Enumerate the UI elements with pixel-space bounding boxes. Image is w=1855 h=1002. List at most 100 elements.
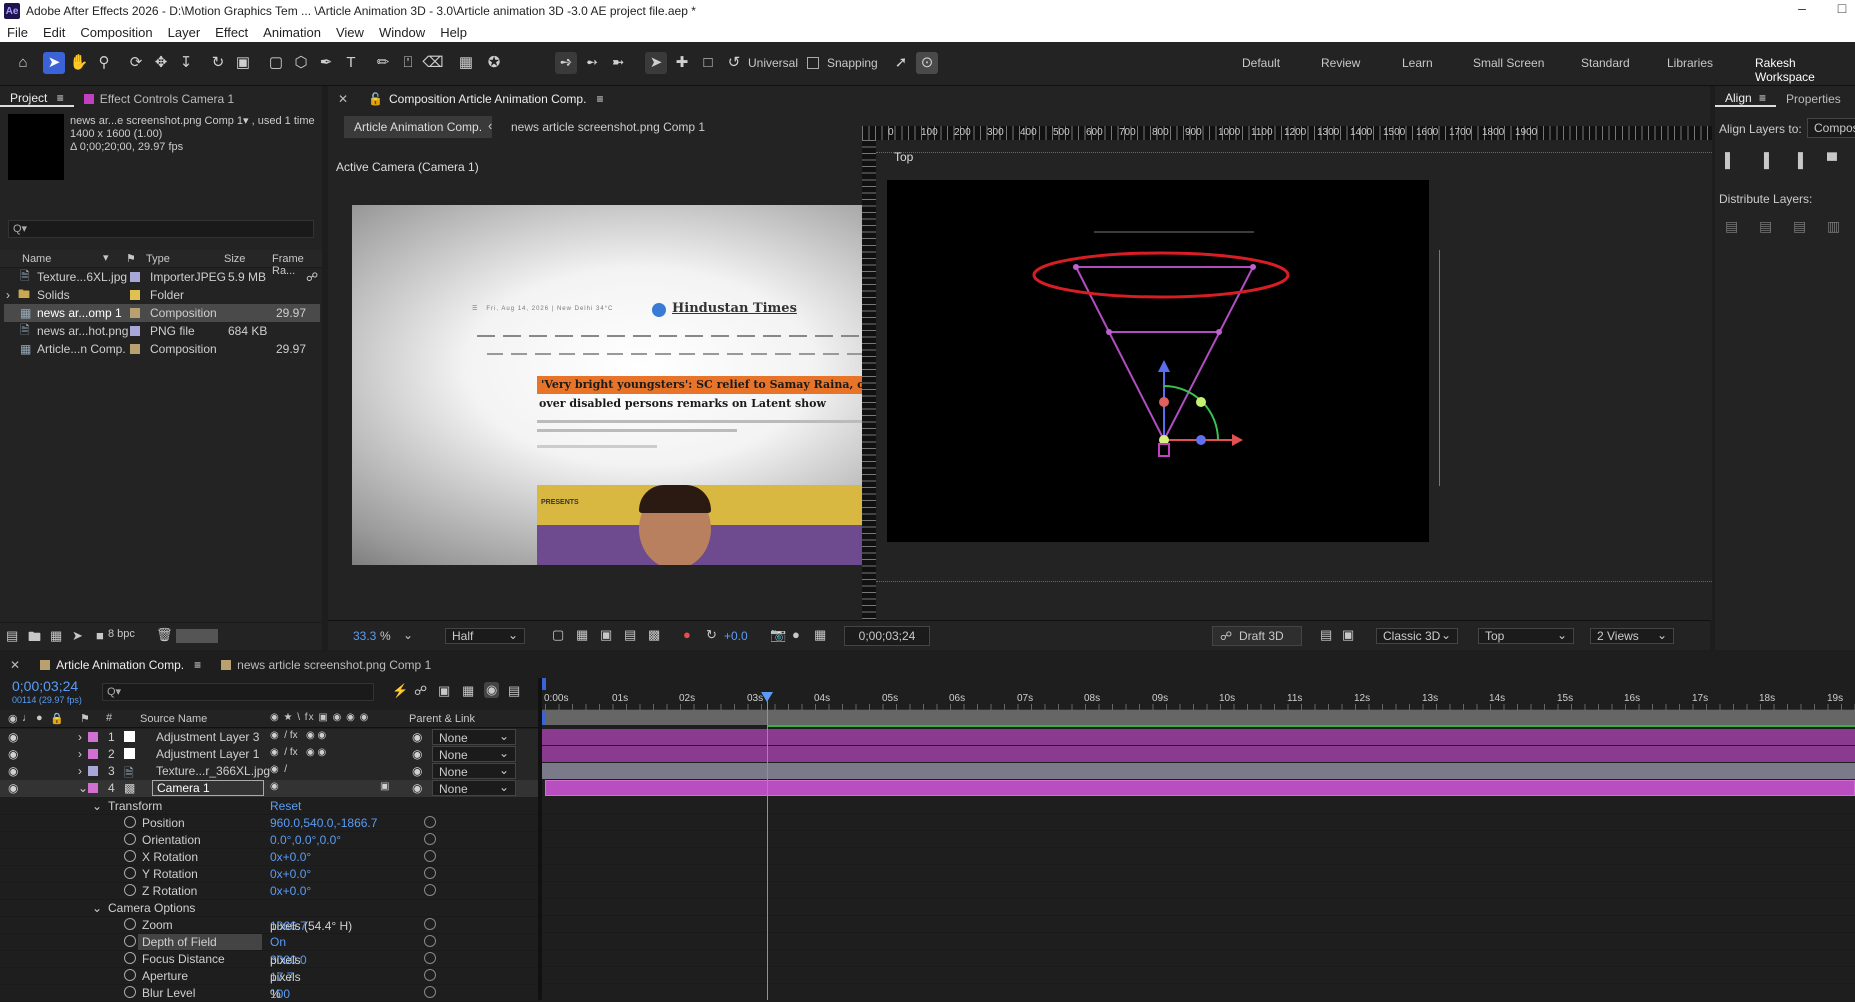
layer-switches[interactable]: ◉ / fx ◉ ◉ (270, 730, 326, 741)
stopwatch-icon[interactable] (124, 986, 136, 998)
transform-group[interactable]: ⌄ Transform Reset (0, 798, 540, 815)
expression-pickwhip-icon[interactable] (424, 986, 436, 998)
stopwatch-icon[interactable] (124, 918, 136, 930)
extended-viewer-icon[interactable]: ▤ (1320, 627, 1332, 643)
tab-effect-controls[interactable]: Effect Controls Camera 1 (74, 92, 245, 106)
eye-icon[interactable]: ◉ (8, 764, 18, 778)
zoom-dropdown-icon[interactable]: ⌄ (403, 628, 413, 642)
track-area[interactable]: 0:00s 01s 02s 03s 04s 05s 06s 07s 08s 09… (542, 678, 1855, 1000)
viewer-timecode[interactable]: 0;00;03;24 (844, 626, 930, 646)
region-of-interest-icon[interactable]: ▢ (552, 627, 564, 643)
timeline-timecode[interactable]: 0;00;03;24 (12, 678, 78, 694)
col-type[interactable]: Type (146, 253, 170, 265)
menu-animation[interactable]: Animation (256, 25, 329, 40)
expression-pickwhip-icon[interactable] (424, 969, 436, 981)
distribute-left-icon[interactable]: ▥ (1827, 218, 1840, 235)
axis-mode-label[interactable]: Universal (748, 56, 798, 70)
menu-composition[interactable]: Composition (73, 25, 160, 40)
new-comp-icon[interactable]: ▦ (50, 628, 62, 644)
workspace-learn[interactable]: Learn (1402, 56, 1433, 70)
ground-plane-icon[interactable]: ▣ (1342, 627, 1354, 643)
stamp-tool-icon[interactable]: ⍞ (397, 52, 419, 74)
minimize-icon[interactable]: – (1782, 0, 1822, 16)
parent-dropdown[interactable]: None ⌄ (432, 746, 516, 762)
top-view-canvas[interactable] (887, 180, 1429, 542)
parent-dropdown[interactable]: None ⌄ (432, 763, 516, 779)
layer-name[interactable]: Texture...r_366XL.jpg (156, 764, 270, 778)
expression-pickwhip-icon[interactable] (424, 867, 436, 879)
brush-tool-icon[interactable]: ✏ (372, 52, 394, 74)
expression-pickwhip-icon[interactable] (424, 833, 436, 845)
new-folder-icon[interactable]: 🖿 (28, 628, 41, 650)
3d-layer-icon[interactable]: ▣ (380, 781, 389, 792)
property-value[interactable]: 0x+0.0° (270, 884, 311, 898)
sort-icon[interactable]: ▾ (103, 251, 109, 264)
color-channels-icon[interactable]: ● (683, 627, 691, 642)
layer-name[interactable]: Adjustment Layer 1 (156, 747, 259, 761)
show-snapshot-icon[interactable]: ● (792, 627, 800, 642)
parent-pickwhip-icon[interactable]: ◉ (412, 764, 422, 778)
rotation-tool-icon[interactable]: ↻ (207, 52, 229, 74)
interpret-footage-icon[interactable]: ▤ (6, 628, 18, 644)
menu-effect[interactable]: Effect (208, 25, 256, 40)
tab-align[interactable]: Align ≡ (1715, 91, 1777, 107)
project-item[interactable]: 🗎 news ar...hot.png PNG file 684 KB (4, 322, 320, 340)
menu-window[interactable]: Window (372, 25, 433, 40)
time-ruler[interactable]: 0:00s 01s 02s 03s 04s 05s 06s 07s 08s 09… (542, 692, 1855, 710)
world-axis-icon[interactable]: ➻ (581, 52, 603, 74)
workspace-rakesh[interactable]: Rakesh Workspace (1755, 56, 1855, 84)
col-name[interactable]: Name (22, 253, 51, 265)
hand-tool-icon[interactable]: ✋ (68, 52, 90, 74)
bit-depth-label[interactable]: 8 bpc (108, 628, 135, 640)
view-dropdown[interactable]: Top ⌄ (1478, 628, 1574, 644)
property-value[interactable]: 0x+0.0° (270, 850, 311, 864)
guides-icon[interactable]: ▤ (624, 627, 636, 643)
layer-bar[interactable] (542, 746, 1855, 762)
project-item[interactable]: ▦ Article...n Comp. Composition 29.97 (4, 340, 320, 358)
stopwatch-icon[interactable] (124, 850, 136, 862)
layer-switches[interactable]: ◉ / (270, 764, 287, 775)
layer-switches[interactable]: ◉ (270, 781, 279, 792)
eye-icon[interactable]: ◉ (8, 747, 18, 761)
workspace-small-screen[interactable]: Small Screen (1473, 56, 1544, 70)
scale-gizmo-icon[interactable]: □ (697, 52, 719, 74)
project-item-selected[interactable]: ▦ news ar...omp 1 Composition 29.97 (4, 304, 320, 322)
close-icon[interactable]: ✕ (328, 92, 358, 106)
mask-visibility-icon[interactable]: ▣ (600, 627, 612, 643)
menu-layer[interactable]: Layer (161, 25, 209, 40)
align-left-icon[interactable]: ▌ (1725, 152, 1735, 168)
view-axis-icon[interactable]: ➼ (607, 52, 629, 74)
menu-view[interactable]: View (329, 25, 372, 40)
frustum-vertex[interactable] (1250, 264, 1256, 270)
menu-help[interactable]: Help (433, 25, 475, 40)
snap-grid-icon[interactable]: ⊙ (916, 52, 938, 74)
layer-row[interactable]: ◉ › 2 Adjustment Layer 1 ◉ / fx ◉ ◉ ◉ No… (0, 746, 540, 763)
work-area-handle[interactable] (542, 711, 545, 725)
home-icon[interactable]: ⌂ (12, 52, 34, 74)
distribute-top-icon[interactable]: ▤ (1725, 218, 1738, 235)
col-size[interactable]: Size (224, 253, 245, 265)
layer-name-editing[interactable]: Camera 1 (152, 780, 264, 796)
translate-gizmo-icon[interactable]: ✚ (671, 52, 693, 74)
work-area-bar[interactable] (542, 710, 1855, 725)
workspace-default[interactable]: Default (1242, 56, 1280, 70)
distribute-bottom-icon[interactable]: ▤ (1793, 218, 1806, 235)
motion-blur-icon[interactable]: ◉ (484, 682, 500, 698)
camera-options-group[interactable]: ⌄ Camera Options (0, 900, 540, 917)
align-right-icon[interactable]: ▐ (1793, 152, 1803, 168)
workspace-review[interactable]: Review (1321, 56, 1360, 70)
project-item[interactable]: 🗎 Texture...6XL.jpg ImporterJPEG 5.9 MB … (4, 268, 320, 286)
label-col-icon[interactable]: ⚑ (126, 252, 136, 265)
project-item[interactable]: › 🖿 Solids Folder (4, 286, 320, 304)
playhead-line[interactable] (767, 700, 768, 1000)
parent-pickwhip-icon[interactable]: ◉ (412, 781, 422, 795)
expression-pickwhip-icon[interactable] (424, 952, 436, 964)
layer-row-selected[interactable]: ◉ ⌄ 4 ▩ Camera 1 ◉ ▣ ◉ None ⌄ (0, 780, 540, 797)
layer-label-swatch[interactable] (88, 732, 98, 742)
eye-icon[interactable]: ◉ (8, 781, 18, 795)
pan-camera-icon[interactable]: ✥ (150, 52, 172, 74)
tab-composition[interactable]: 🔓 Composition Article Animation Comp. ≡ (358, 92, 613, 106)
comp-flowchart-icon[interactable]: ☍ (414, 683, 427, 699)
layer-row[interactable]: ◉ › 1 Adjustment Layer 3 ◉ / fx ◉ ◉ ◉ No… (0, 729, 540, 746)
align-hcenter-icon[interactable]: ▐ (1759, 152, 1769, 168)
